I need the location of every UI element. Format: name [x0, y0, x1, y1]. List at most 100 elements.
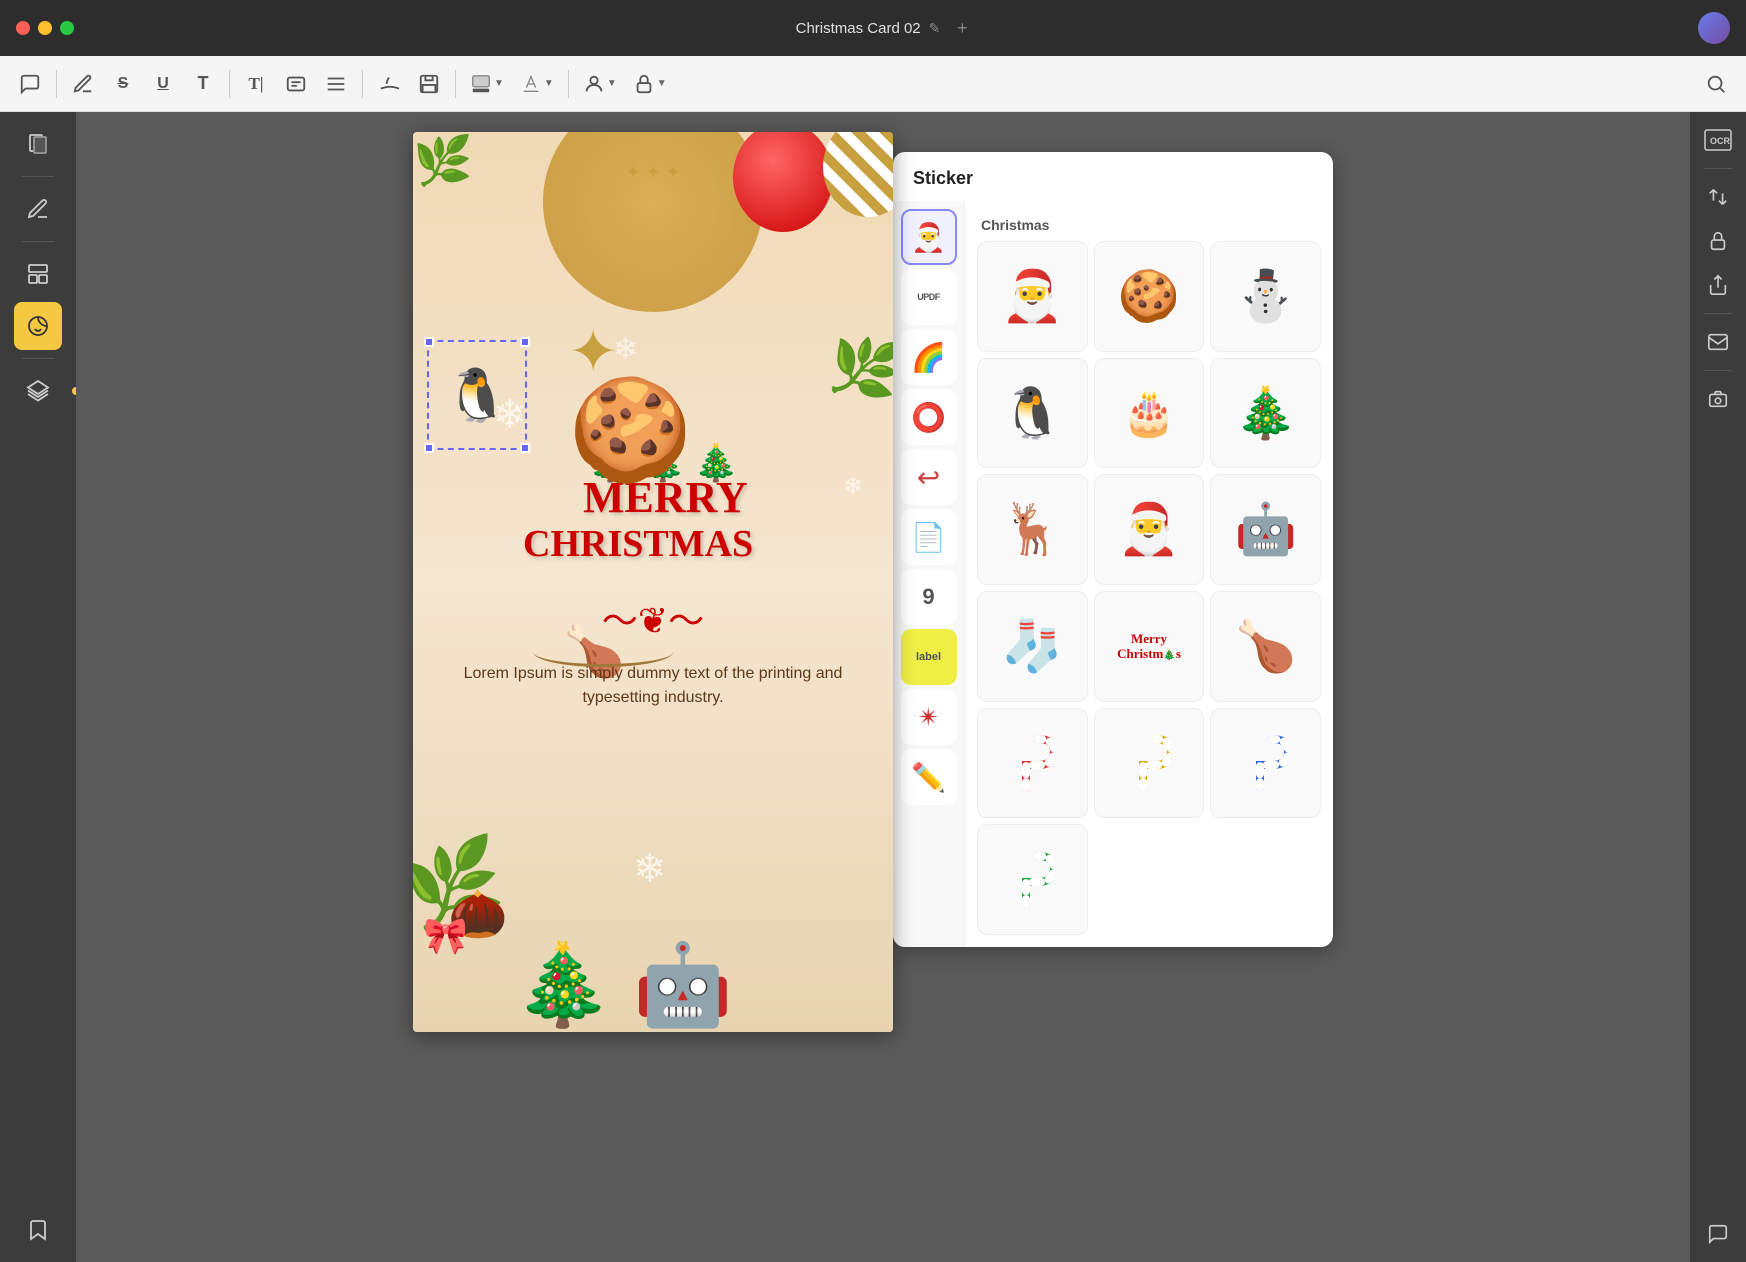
- sidebar-item-layers-wrapper: [14, 367, 62, 415]
- sticker-merry-christmas-text[interactable]: Merry Christm🎄s: [1094, 591, 1205, 702]
- handle-top-left[interactable]: [424, 337, 434, 347]
- sticker-cat-shapes[interactable]: ⭕: [901, 389, 957, 445]
- canvas-area[interactable]: 🌿 ✦ ✦ ✦ ✦ 🍪 🎄 🎄 🎄 ❄ ❄ ❄ MERRY: [76, 112, 1690, 1262]
- sidebar-item-bookmarks[interactable]: [14, 1206, 62, 1254]
- chat-button[interactable]: [1698, 1214, 1738, 1254]
- sticker-candy-blue[interactable]: [1210, 708, 1321, 819]
- main-content: 🌿 ✦ ✦ ✦ ✦ 🍪 🎄 🎄 🎄 ❄ ❄ ❄ MERRY: [0, 112, 1746, 1262]
- color-icon: [470, 73, 492, 95]
- align-button[interactable]: [318, 66, 354, 102]
- sidebar-item-annotations[interactable]: [14, 185, 62, 233]
- save-button[interactable]: [411, 66, 447, 102]
- right-sidebar: OCR: [1690, 112, 1746, 1262]
- sidebar-item-pages[interactable]: [14, 120, 62, 168]
- sticker-cat-arrows[interactable]: ↩: [901, 449, 957, 505]
- card-lorem-text: Lorem Ipsum is simply dummy text of the …: [453, 662, 853, 710]
- sidebar-item-stickers[interactable]: [14, 302, 62, 350]
- sticker-cat-pencil[interactable]: ✏️: [901, 749, 957, 805]
- share-button[interactable]: [1698, 265, 1738, 305]
- pages-icon: [26, 132, 50, 156]
- sticker-penguin[interactable]: 🐧: [977, 358, 1088, 469]
- text-cursor-button[interactable]: T|: [238, 66, 274, 102]
- snapshot-button[interactable]: [1698, 379, 1738, 419]
- text-button[interactable]: T: [185, 66, 221, 102]
- toolbar-separator-2: [229, 70, 230, 98]
- sidebar-item-layers[interactable]: [14, 367, 62, 415]
- user-button[interactable]: ▼: [577, 66, 623, 102]
- highlight-arrow: ▼: [544, 78, 554, 89]
- toolbar-separator-5: [568, 70, 569, 98]
- lock-button[interactable]: ▼: [627, 66, 673, 102]
- sticker-cat-labels[interactable]: label: [901, 629, 957, 685]
- candy-cane-green-icon: [1010, 852, 1054, 908]
- handle-bottom-right[interactable]: [520, 443, 530, 453]
- comment-button[interactable]: [12, 66, 48, 102]
- toolbar-separator-1: [56, 70, 57, 98]
- email-button[interactable]: [1698, 322, 1738, 362]
- protect-icon: [1707, 230, 1729, 252]
- convert-icon: [1707, 186, 1729, 208]
- sticker-santa-hat[interactable]: 🎅: [1094, 474, 1205, 585]
- sticker-cat-christmas[interactable]: 🎅: [901, 209, 957, 265]
- avatar[interactable]: [1698, 12, 1730, 44]
- selected-sticker-penguin[interactable]: 🐧: [427, 340, 527, 450]
- underline-button[interactable]: U: [145, 66, 181, 102]
- merry-text-label: Merry Christm🎄s: [1117, 631, 1181, 663]
- title-area: Christmas Card 02 ✎ +: [86, 14, 1686, 42]
- maximize-button[interactable]: [60, 21, 74, 35]
- close-button[interactable]: [16, 21, 30, 35]
- user-arrow: ▼: [607, 78, 617, 89]
- card-snowflake-2: ❄: [613, 332, 638, 367]
- bookmarks-icon: [26, 1218, 50, 1242]
- add-tab-button[interactable]: +: [948, 14, 976, 42]
- sticker-santa[interactable]: 🎅: [977, 241, 1088, 352]
- sticker-cat-updf[interactable]: UPDF: [901, 269, 957, 325]
- pen-button[interactable]: [371, 66, 407, 102]
- sidebar-sep-3: [22, 358, 54, 359]
- save-icon: [418, 73, 440, 95]
- comment-icon: [19, 73, 41, 95]
- sticker-cat-stars[interactable]: ✴: [901, 689, 957, 745]
- left-sidebar: [0, 112, 76, 1262]
- right-sep-2: [1704, 313, 1732, 314]
- card-canvas: 🌿 ✦ ✦ ✦ ✦ 🍪 🎄 🎄 🎄 ❄ ❄ ❄ MERRY: [413, 132, 893, 1032]
- sticker-reindeer[interactable]: 🦌: [977, 474, 1088, 585]
- sidebar-item-templates[interactable]: [14, 250, 62, 298]
- sticker-snowman[interactable]: ⛄: [1210, 241, 1321, 352]
- sticker-cat-paper[interactable]: 📄: [901, 509, 957, 565]
- sticker-grid: 🎅 🍪 ⛄ 🐧 🎂 🎄 🦌 🎅 🤖: [973, 237, 1325, 939]
- card-snowflake-3: ❄: [843, 472, 863, 501]
- card-holly: 🌿: [413, 132, 473, 189]
- sticker-candy-red[interactable]: [977, 708, 1088, 819]
- sticker-grid-container[interactable]: Christmas 🎅 🍪 ⛄ 🐧 🎂 🎄 🦌: [965, 201, 1333, 947]
- sticker-candy-yellow[interactable]: [1094, 708, 1205, 819]
- search-button[interactable]: [1698, 66, 1734, 102]
- sticker-turkey[interactable]: 🍗: [1210, 591, 1321, 702]
- strikethrough-button[interactable]: S: [105, 66, 141, 102]
- sidebar-sep-1: [22, 176, 54, 177]
- sticker-nutcracker[interactable]: 🤖: [1210, 474, 1321, 585]
- minimize-button[interactable]: [38, 21, 52, 35]
- pencil-button[interactable]: [65, 66, 101, 102]
- sticker-tree[interactable]: 🎄: [1210, 358, 1321, 469]
- edit-title-icon[interactable]: ✎: [929, 20, 941, 37]
- sticker-panel-header: Sticker: [893, 152, 1333, 201]
- pencil-icon: [72, 73, 94, 95]
- text-box-button[interactable]: [278, 66, 314, 102]
- sticker-cat-emoji[interactable]: 🌈: [901, 329, 957, 385]
- toolbar: S U T T| ▼ ▼ ▼ ▼: [0, 56, 1746, 112]
- sticker-candy-green[interactable]: [977, 824, 1088, 935]
- color-button[interactable]: ▼: [464, 66, 510, 102]
- protect-button[interactable]: [1698, 221, 1738, 261]
- convert-button[interactable]: [1698, 177, 1738, 217]
- sticker-gingerbread[interactable]: 🍪: [1094, 241, 1205, 352]
- sticker-cat-numbers[interactable]: 9: [901, 569, 957, 625]
- sticker-pudding[interactable]: 🎂: [1094, 358, 1205, 469]
- handle-bottom-left[interactable]: [424, 443, 434, 453]
- handle-top-right[interactable]: [520, 337, 530, 347]
- highlight-button[interactable]: ▼: [514, 66, 560, 102]
- card-nutcracker: 🤖: [633, 938, 733, 1032]
- sticker-panel: Sticker 🎅 UPDF 🌈 ⭕ ↩ 📄 9 label ✴ ✏️: [893, 152, 1333, 947]
- ocr-button[interactable]: OCR: [1698, 120, 1738, 160]
- sticker-stocking[interactable]: 🧦: [977, 591, 1088, 702]
